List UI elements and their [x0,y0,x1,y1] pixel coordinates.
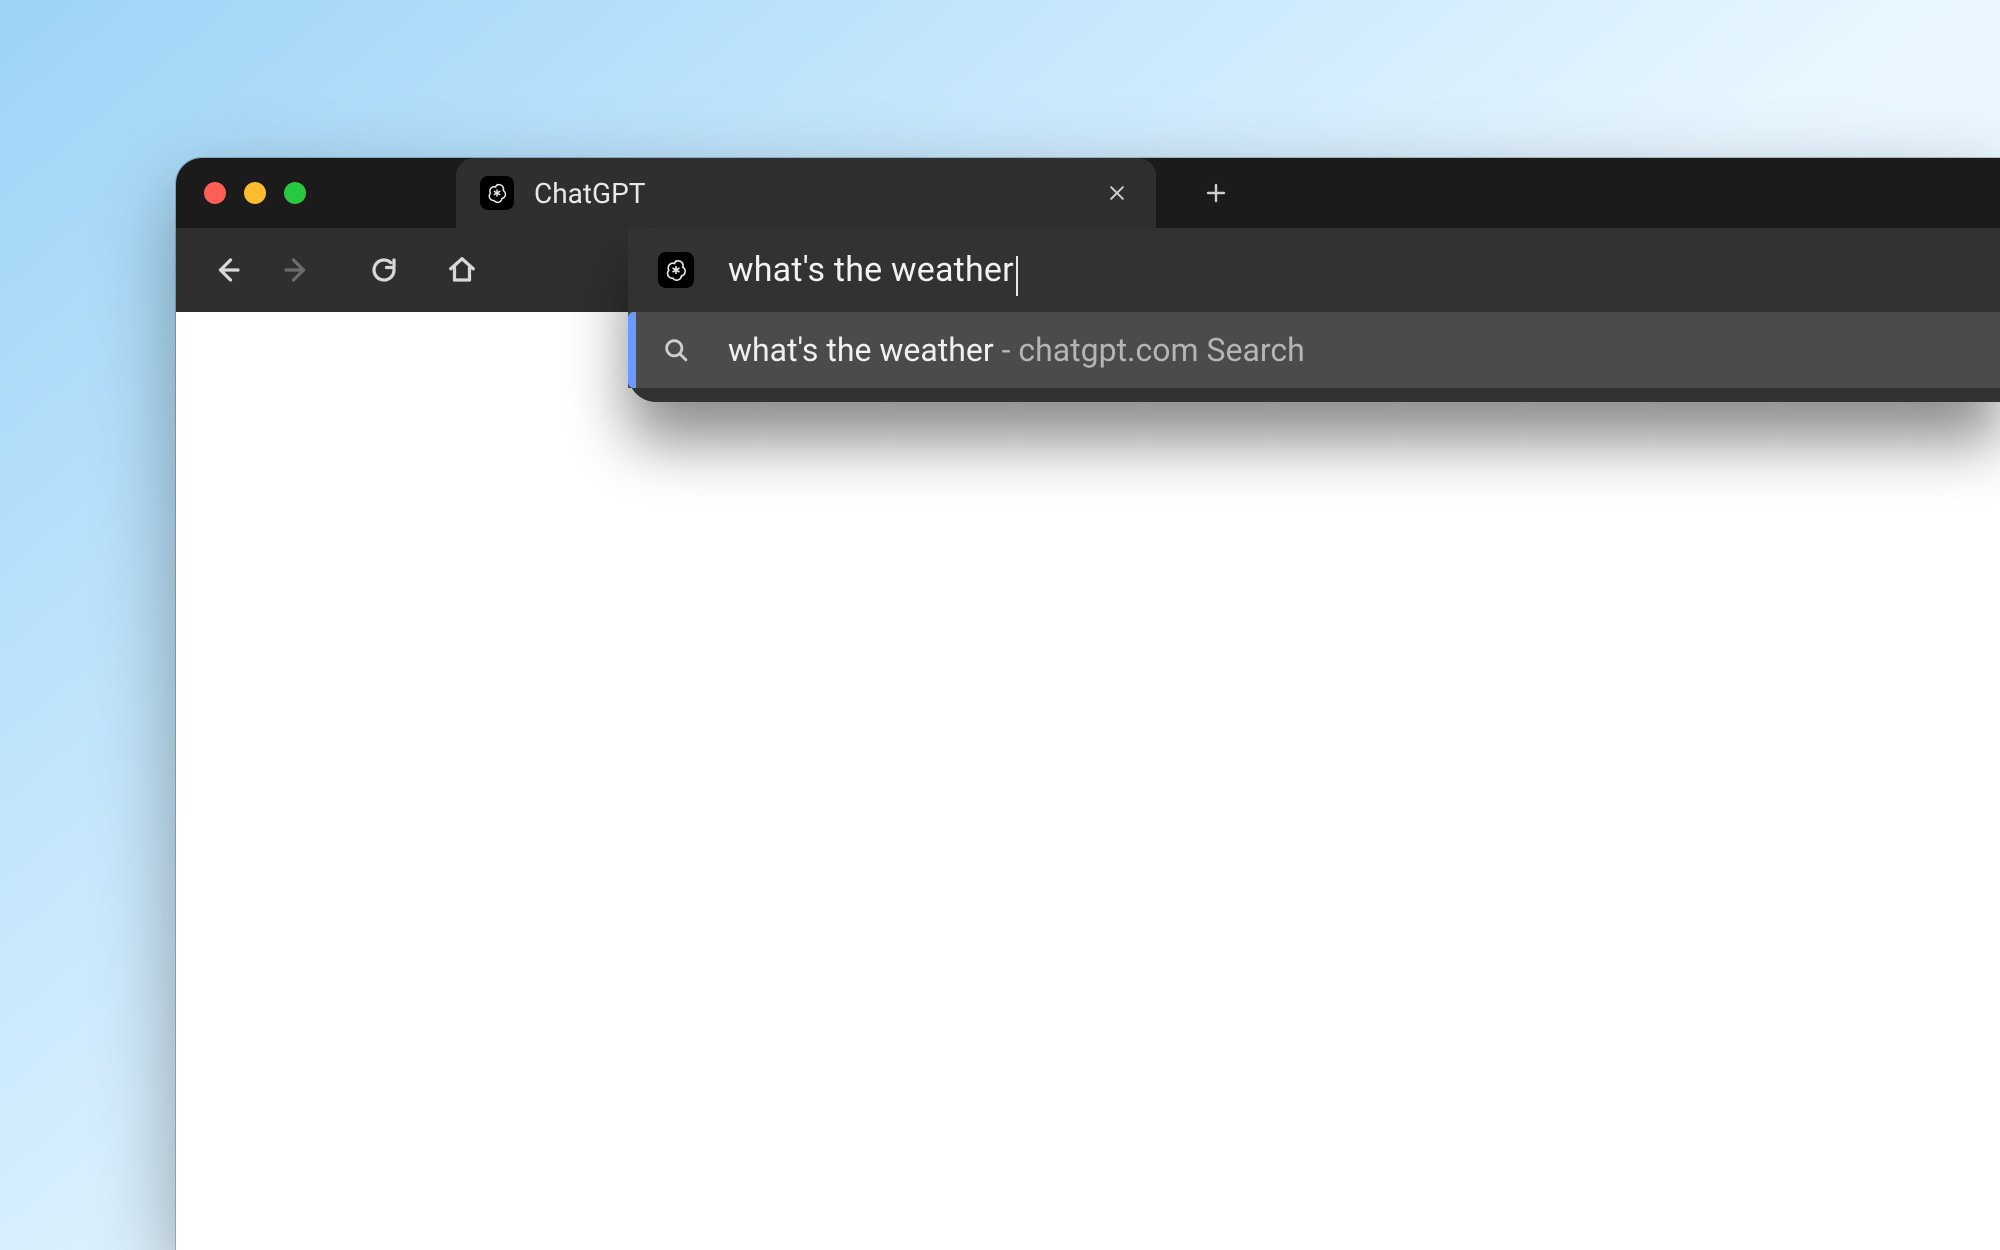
suggestion-source: chatgpt.com Search [1018,331,1304,369]
suggestion-separator: - [994,331,1019,369]
omnibox-input[interactable]: what's the weather [728,250,1018,290]
text-cursor [1016,256,1018,296]
omnibox-site-icon [658,252,694,288]
omnibox-suggestion[interactable]: what's the weather - chatgpt.com Search [628,312,2000,388]
omnibox-input-text: what's the weather [728,250,1014,290]
tab-favicon [480,176,514,210]
omnibox-input-row[interactable]: what's the weather [628,228,2000,312]
new-tab-button[interactable] [1186,158,1246,228]
arrow-left-icon [213,255,243,285]
tab-close-button[interactable] [1102,178,1132,208]
close-icon [1107,183,1127,203]
suggestion-text: what's the weather - chatgpt.com Search [728,331,1305,369]
openai-logo-icon [486,182,508,204]
openai-logo-icon [664,258,688,282]
arrow-right-icon [281,255,311,285]
home-icon [447,255,477,285]
search-icon [658,332,694,368]
suggestion-active-indicator [628,312,636,388]
home-button[interactable] [432,240,492,300]
browser-window: ChatGPT [176,158,2000,1250]
omnibox-dropdown: what's the weather what's the weather - … [628,228,2000,402]
close-window-button[interactable] [204,182,226,204]
page-content [176,312,2000,1250]
suggestion-query: what's the weather [728,331,994,369]
maximize-window-button[interactable] [284,182,306,204]
forward-button[interactable] [266,240,326,300]
window-controls [204,182,306,204]
reload-icon [369,255,399,285]
reload-button[interactable] [354,240,414,300]
browser-tab-active[interactable]: ChatGPT [456,158,1156,228]
tab-title: ChatGPT [534,177,1102,210]
back-button[interactable] [198,240,258,300]
minimize-window-button[interactable] [244,182,266,204]
tab-strip: ChatGPT [176,158,2000,228]
plus-icon [1204,181,1228,205]
